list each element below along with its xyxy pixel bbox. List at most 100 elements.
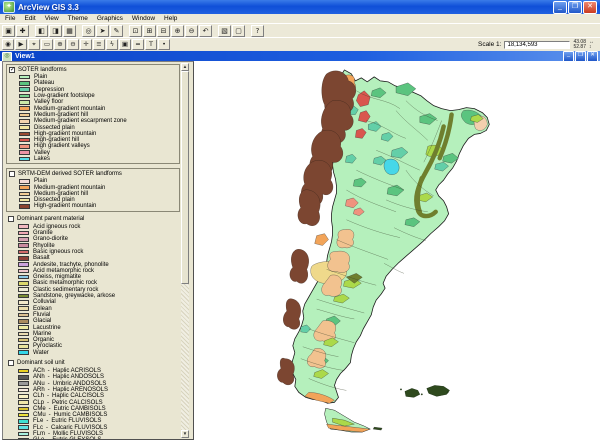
zoom-full-extent-button[interactable]: ⊡ xyxy=(129,25,142,37)
draw-point-tool[interactable]: • xyxy=(158,39,170,50)
theme-visibility-checkbox[interactable] xyxy=(8,216,14,222)
hot-link-tool[interactable]: ϟ xyxy=(106,39,118,50)
legend-swatch xyxy=(18,275,29,280)
open-theme-table-button[interactable]: ▦ xyxy=(63,25,76,37)
label-tool[interactable]: ▣ xyxy=(119,39,131,50)
argentina-map-canvas[interactable] xyxy=(196,61,600,440)
legend-label: Medium-gradient hill xyxy=(34,191,88,197)
menu-item-window[interactable]: Window xyxy=(132,15,155,22)
legend-label: High-gradient mountain xyxy=(34,203,96,209)
find-button[interactable]: ◎ xyxy=(82,25,95,37)
legend-label: Basic igneous rock xyxy=(33,249,83,255)
window-title: ArcView GIS 3.3 xyxy=(18,3,553,12)
zoom-out-tool[interactable]: ⊖ xyxy=(67,39,79,50)
minimize-button[interactable]: _ xyxy=(553,1,567,14)
menu-item-edit[interactable]: Edit xyxy=(24,15,35,22)
maximize-button[interactable]: ❐ xyxy=(568,1,582,14)
theme-properties-button[interactable]: ◧ xyxy=(35,25,48,37)
legend-theme-0[interactable]: ✓SOTER landformsPlainPlateauDepressionLo… xyxy=(6,64,180,164)
zoom-active-theme-button[interactable]: ⊞ xyxy=(143,25,156,37)
menu-item-view[interactable]: View xyxy=(45,15,59,22)
legend-swatch xyxy=(18,224,29,229)
legend-list: ✓SOTER landformsPlainPlateauDepressionLo… xyxy=(3,62,193,440)
view-window-icon: ◎ xyxy=(2,52,12,62)
help-button[interactable]: ? xyxy=(251,25,264,37)
legend-swatch xyxy=(19,198,30,203)
zoom-in-button[interactable]: ⊕ xyxy=(171,25,184,37)
scale-label: Scale 1: xyxy=(478,41,502,48)
pointer-tool[interactable]: ▶ xyxy=(15,39,27,50)
menu-item-graphics[interactable]: Graphics xyxy=(97,15,123,22)
query-builder-button[interactable]: ✎ xyxy=(110,25,123,37)
legend-label: Rhyolite xyxy=(33,243,55,249)
legend-swatch xyxy=(18,325,29,330)
zoom-out-button[interactable]: ⊖ xyxy=(185,25,198,37)
area-of-interest-tool[interactable]: ═ xyxy=(132,39,144,50)
theme-visibility-checkbox[interactable]: ✓ xyxy=(9,67,15,73)
view-content: ✓SOTER landformsPlainPlateauDepressionLo… xyxy=(0,61,600,440)
legend-theme-2[interactable]: Dominant parent materialAcid igneous roc… xyxy=(8,216,177,356)
text-tool[interactable]: T xyxy=(145,39,157,50)
select-feature-tool[interactable]: ▭ xyxy=(41,39,53,50)
legend-label: CLp - Petric CALCISOLS xyxy=(33,400,103,406)
theme-header: ✓SOTER landforms xyxy=(9,66,177,73)
scroll-down-arrow-icon[interactable]: ▼ xyxy=(181,430,189,438)
legend-label: Dissected plain xyxy=(34,125,75,131)
locate-address-button[interactable]: ➤ xyxy=(96,25,109,37)
menu-item-theme[interactable]: Theme xyxy=(68,15,88,22)
scale-group: Scale 1: 43.08 52.87 ↔ ↕ xyxy=(478,40,598,50)
zoom-in-tool[interactable]: ⊕ xyxy=(54,39,66,50)
theme-visibility-checkbox[interactable] xyxy=(8,360,14,366)
zoom-selected-button[interactable]: ⊟ xyxy=(157,25,170,37)
pan-tool[interactable]: ✛ xyxy=(80,39,92,50)
legend-label: High-gradient mountain xyxy=(34,131,96,137)
scale-input[interactable] xyxy=(504,41,570,49)
legend-swatch xyxy=(18,388,29,393)
legend-label: Fluvial xyxy=(33,312,50,318)
identify-tool[interactable]: ◉ xyxy=(2,39,14,50)
legend-swatch xyxy=(19,179,30,184)
legend-label: Valley floor xyxy=(34,99,63,105)
main-toolbar: ▣✚ ◧◨▦ ◎➤✎ ⊡⊞⊟⊕⊖↶ ▧▢? xyxy=(0,23,600,37)
legend-theme-1[interactable]: SRTM-DEM derived SOTER landformsPlainMed… xyxy=(6,168,180,211)
add-theme-button[interactable]: ✚ xyxy=(16,25,29,37)
scrollbar-track[interactable] xyxy=(181,284,189,430)
theme-header: Dominant soil unit xyxy=(8,360,177,367)
menu-item-file[interactable]: File xyxy=(5,15,15,22)
clear-selection-button[interactable]: ▢ xyxy=(232,25,245,37)
theme-visibility-checkbox[interactable] xyxy=(9,171,15,177)
close-button[interactable]: ✕ xyxy=(583,1,597,14)
legend-swatch xyxy=(18,294,29,299)
legend-label: Valley xyxy=(34,150,50,156)
scrollbar-thumb[interactable] xyxy=(181,71,189,284)
vertex-edit-tool[interactable]: ⌖ xyxy=(28,39,40,50)
legend-panel: ✓SOTER landformsPlainPlateauDepressionLo… xyxy=(2,61,194,440)
measure-tool[interactable]: ≡ xyxy=(93,39,105,50)
legend-label: Glacial xyxy=(33,318,51,324)
legend-swatch xyxy=(19,204,30,209)
legend-label: ACh - Haplic ACRISOLS xyxy=(33,368,101,374)
legend-label: Medium-gradient mountain xyxy=(34,185,105,191)
legend-label: Medium-gradient escarpment zone xyxy=(34,118,127,124)
falkland-islands xyxy=(400,385,449,397)
save-project-button[interactable]: ▣ xyxy=(2,25,15,37)
legend-swatch xyxy=(18,400,29,405)
select-features-button[interactable]: ▧ xyxy=(218,25,231,37)
legend-item: Lakes xyxy=(9,156,177,162)
map-area[interactable] xyxy=(196,61,600,440)
legend-label: Plain xyxy=(34,178,47,184)
legend-label: Pyroclastic xyxy=(33,343,62,349)
legend-label: Water xyxy=(33,350,49,356)
scroll-up-arrow-icon[interactable]: ▲ xyxy=(181,63,189,71)
legend-label: Lacustrine xyxy=(33,325,61,331)
legend-swatch xyxy=(19,94,30,99)
legend-label: FLm - Mollic FLUVISOLS xyxy=(33,431,103,437)
legend-label: Acid metamorphic rock xyxy=(33,268,94,274)
edit-legend-button[interactable]: ◨ xyxy=(49,25,62,37)
menu-item-help[interactable]: Help xyxy=(164,15,177,22)
legend-swatch xyxy=(19,150,30,155)
zoom-previous-button[interactable]: ↶ xyxy=(199,25,212,37)
legend-label: Organic xyxy=(33,337,54,343)
legend-label: Sandstone, greywacke, arkose xyxy=(33,293,115,299)
legend-theme-3[interactable]: Dominant soil unitACh - Haplic ACRISOLSA… xyxy=(8,360,177,440)
